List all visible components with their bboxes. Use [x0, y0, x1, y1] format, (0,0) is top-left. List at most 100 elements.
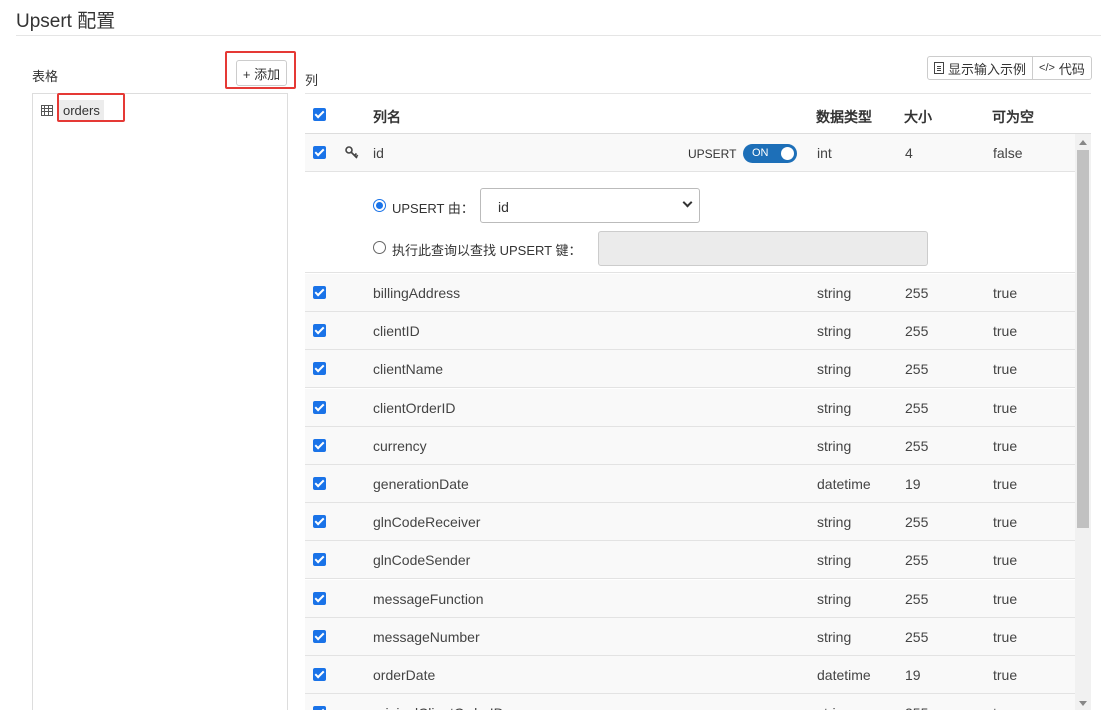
row-checkbox[interactable]: [313, 324, 326, 337]
upsert-toggle[interactable]: ON: [743, 144, 797, 163]
orders-highlight: [57, 93, 125, 122]
scroll-thumb[interactable]: [1077, 150, 1089, 528]
grid-header: 列名 数据类型 大小 可为空: [305, 94, 1091, 134]
table-row[interactable]: clientOrderID string 255 true: [305, 389, 1075, 427]
column-type: string: [817, 552, 852, 568]
upsert-query-label: 执行此查询以查找 UPSERT 键：: [392, 243, 582, 258]
column-nullable: true: [993, 629, 1018, 645]
row-checkbox[interactable]: [313, 439, 326, 452]
column-size: 255: [905, 361, 929, 377]
column-type: string: [817, 438, 852, 454]
header-column-name: 列名: [373, 109, 401, 125]
grid-scrollbar[interactable]: [1075, 134, 1091, 710]
code-button[interactable]: </> 代码: [1033, 56, 1092, 80]
page-title: Upsert 配置: [16, 11, 116, 32]
row-checkbox[interactable]: [313, 553, 326, 566]
column-name: id: [373, 145, 384, 161]
table-row[interactable]: glnCodeSender string 255 true: [305, 541, 1075, 579]
upsert-query-radio[interactable]: [373, 241, 386, 254]
column-type: string: [817, 400, 852, 416]
column-size: 4: [905, 145, 913, 161]
header-size: 大小: [904, 109, 932, 125]
column-name: currency: [373, 438, 427, 454]
column-size: 255: [905, 438, 929, 454]
column-size: 255: [905, 400, 929, 416]
column-size: 255: [905, 285, 929, 301]
upsert-by-value: id: [498, 199, 509, 215]
row-checkbox[interactable]: [313, 592, 326, 605]
upsert-by-select[interactable]: id: [480, 188, 700, 223]
column-type: string: [817, 591, 852, 607]
tables-label: 表格: [32, 69, 59, 84]
column-nullable: true: [993, 552, 1018, 568]
column-nullable: true: [993, 476, 1018, 492]
table-row[interactable]: orderDate datetime 19 true: [305, 656, 1075, 694]
column-name: messageFunction: [373, 591, 484, 607]
table-row[interactable]: generationDate datetime 19 true: [305, 465, 1075, 503]
add-button-highlight: [225, 51, 296, 89]
select-all-checkbox[interactable]: [313, 108, 326, 121]
table-row[interactable]: messageFunction string 255 true: [305, 580, 1075, 618]
header-data-type: 数据类型: [816, 109, 872, 125]
column-name: originalClientOrderID: [373, 705, 504, 710]
row-checkbox[interactable]: [313, 286, 326, 299]
column-size: 255: [905, 629, 929, 645]
column-type: int: [817, 145, 832, 161]
row-checkbox[interactable]: [313, 401, 326, 414]
upsert-toggle-label: ON: [752, 147, 769, 159]
column-nullable: true: [993, 400, 1018, 416]
table-grid-icon: [41, 105, 53, 116]
row-checkbox[interactable]: [313, 362, 326, 375]
row-checkbox[interactable]: [313, 146, 326, 159]
document-icon: [934, 62, 944, 74]
upsert-query-input[interactable]: [598, 231, 928, 266]
column-name: billingAddress: [373, 285, 461, 301]
column-type: string: [817, 323, 852, 339]
show-input-example-label: 显示输入示例: [948, 61, 1027, 77]
column-name: glnCodeReceiver: [373, 514, 481, 530]
column-nullable: true: [993, 591, 1018, 607]
column-nullable: true: [993, 285, 1018, 301]
table-row[interactable]: clientName string 255 true: [305, 350, 1075, 388]
column-name: glnCodeSender: [373, 552, 471, 568]
table-row[interactable]: glnCodeReceiver string 255 true: [305, 503, 1075, 541]
row-checkbox[interactable]: [313, 515, 326, 528]
column-nullable: true: [993, 361, 1018, 377]
table-row[interactable]: clientID string 255 true: [305, 312, 1075, 350]
chevron-down-icon: [682, 197, 693, 208]
column-name: generationDate: [373, 476, 469, 492]
column-type: string: [817, 705, 851, 710]
header-nullable: 可为空: [992, 109, 1034, 125]
column-name: clientName: [373, 361, 444, 377]
row-checkbox[interactable]: [313, 668, 326, 681]
table-row[interactable]: originalClientOrderID string 255 true: [305, 694, 1075, 710]
code-button-label: 代码: [1058, 61, 1085, 77]
table-row[interactable]: currency string 255 true: [305, 427, 1075, 465]
table-row[interactable]: billingAddress string 255 true: [305, 274, 1075, 312]
upsert-by-radio[interactable]: [373, 199, 386, 212]
row-checkbox[interactable]: [313, 630, 326, 643]
column-type: datetime: [817, 667, 871, 683]
column-type: string: [817, 514, 852, 530]
column-size: 19: [905, 667, 921, 683]
show-input-example-button[interactable]: 显示输入示例: [927, 56, 1034, 80]
table-row-id[interactable]: id UPSERT ON int 4 false: [305, 134, 1075, 172]
column-nullable: true: [993, 667, 1018, 683]
upsert-by-label: UPSERT 由：: [392, 201, 474, 216]
tables-panel: orders: [32, 93, 288, 710]
column-type: string: [817, 285, 852, 301]
scroll-down-arrow-icon[interactable]: [1079, 701, 1087, 706]
scroll-up-arrow-icon[interactable]: [1079, 140, 1087, 145]
column-nullable: true: [993, 705, 1017, 710]
row-checkbox[interactable]: [313, 477, 326, 490]
column-size: 255: [905, 591, 929, 607]
column-size: 255: [905, 552, 929, 568]
upsert-label: UPSERT: [688, 147, 737, 161]
columns-grid: 列名 数据类型 大小 可为空 id UPSERT ON int 4 false …: [305, 93, 1091, 710]
title-divider: [16, 35, 1101, 36]
column-size: 255: [905, 323, 929, 339]
column-nullable: true: [993, 323, 1018, 339]
row-checkbox[interactable]: [313, 706, 326, 710]
table-row[interactable]: messageNumber string 255 true: [305, 618, 1075, 656]
column-type: string: [817, 629, 852, 645]
